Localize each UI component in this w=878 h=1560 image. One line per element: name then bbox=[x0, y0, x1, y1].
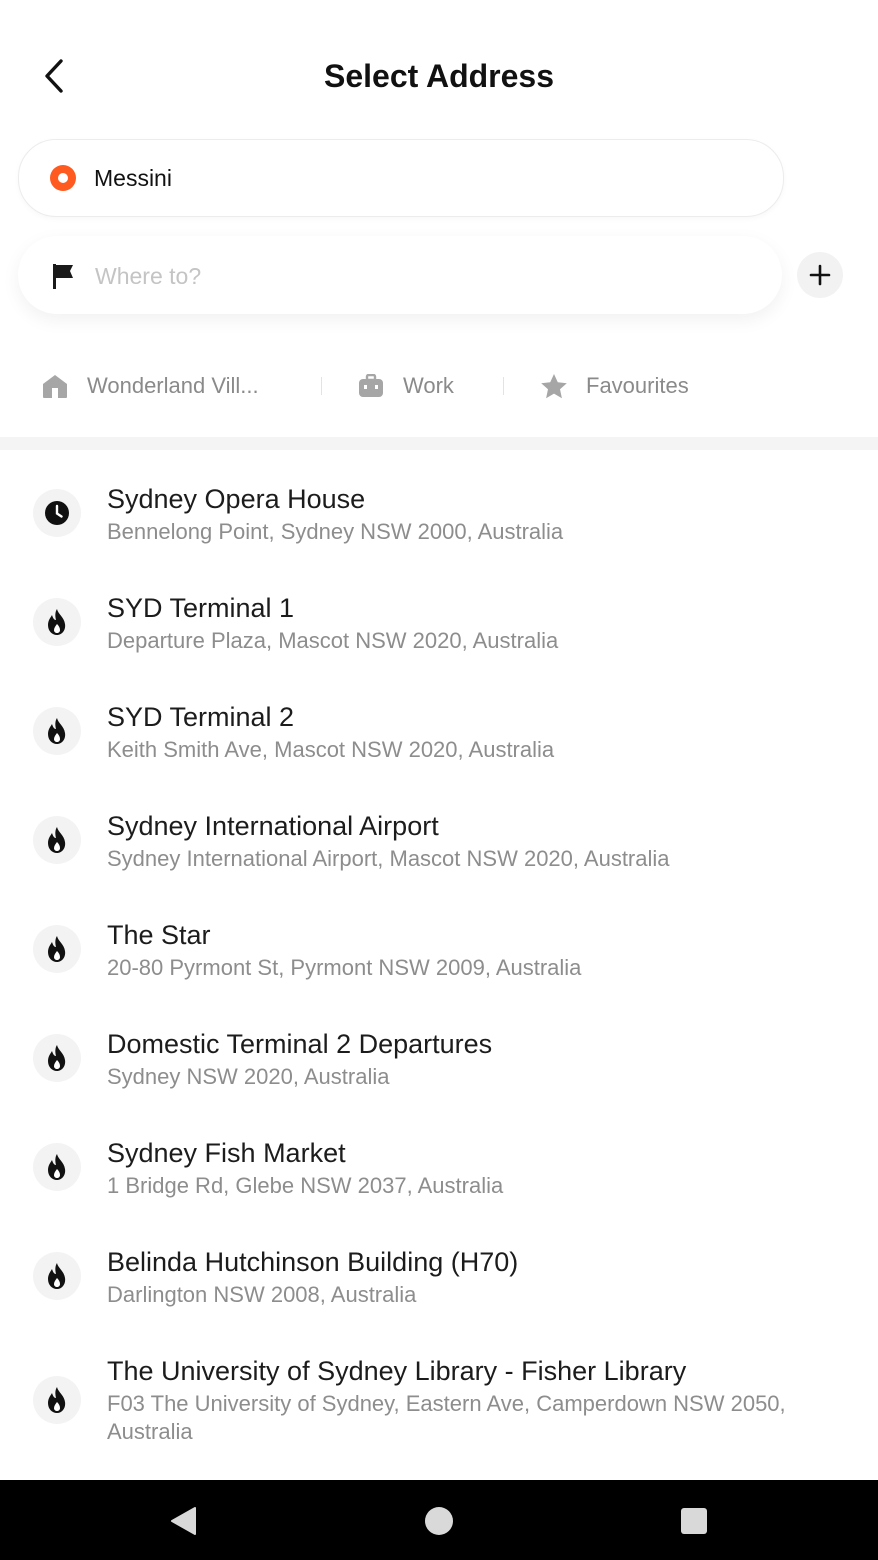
pickup-dot-icon bbox=[50, 165, 76, 191]
nav-back-button[interactable] bbox=[168, 1506, 198, 1536]
shortcut-label: Wonderland Vill... bbox=[87, 373, 259, 398]
clock-icon bbox=[33, 489, 81, 537]
flame-icon bbox=[33, 1034, 81, 1082]
place-name: Domestic Terminal 2 Departures bbox=[107, 1029, 493, 1059]
shortcut-favourites[interactable]: Favourites bbox=[540, 369, 689, 403]
shortcut-label: Work bbox=[403, 373, 454, 398]
add-stop-button[interactable] bbox=[797, 252, 843, 298]
shortcut-work[interactable]: Work bbox=[357, 369, 454, 403]
header: Select Address bbox=[0, 0, 878, 130]
place-name: The University of Sydney Library - Fishe… bbox=[107, 1356, 687, 1386]
system-nav-bar bbox=[0, 1480, 878, 1560]
pickup-value: Messini bbox=[94, 165, 172, 191]
flag-icon bbox=[53, 264, 73, 289]
flame-icon bbox=[33, 707, 81, 755]
nav-home-button[interactable] bbox=[424, 1506, 454, 1536]
section-divider bbox=[0, 437, 878, 450]
briefcase-icon bbox=[357, 372, 385, 400]
place-name: Belinda Hutchinson Building (H70) bbox=[107, 1247, 519, 1277]
place-address: Bennelong Point, Sydney NSW 2000, Austra… bbox=[107, 519, 564, 544]
place-address: Sydney NSW 2020, Australia bbox=[107, 1064, 390, 1089]
page-title: Select Address bbox=[323, 58, 555, 94]
place-address: 20-80 Pyrmont St, Pyrmont NSW 2009, Aust… bbox=[107, 955, 582, 980]
place-name: The Star bbox=[107, 920, 211, 950]
circle-home-icon bbox=[425, 1507, 453, 1535]
saved-places-bar: Wonderland Vill... Work Favourites bbox=[0, 355, 878, 415]
place-address: Sydney International Airport, Mascot NSW… bbox=[107, 846, 670, 871]
place-address: 1 Bridge Rd, Glebe NSW 2037, Australia bbox=[107, 1173, 504, 1198]
place-name: Sydney Opera House bbox=[107, 484, 366, 514]
nav-recents-button[interactable] bbox=[679, 1506, 709, 1536]
place-address: Keith Smith Ave, Mascot NSW 2020, Austra… bbox=[107, 737, 555, 762]
shortcut-label: Favourites bbox=[586, 373, 689, 398]
separator bbox=[503, 377, 504, 395]
place-address: F03 The University of Sydney, Eastern Av… bbox=[107, 1391, 786, 1444]
pickup-field[interactable]: Messini bbox=[18, 139, 784, 217]
shortcut-home[interactable]: Wonderland Vill... bbox=[41, 369, 259, 403]
place-name: Sydney Fish Market bbox=[107, 1138, 346, 1168]
flame-icon bbox=[33, 598, 81, 646]
flame-icon bbox=[33, 925, 81, 973]
star-icon bbox=[540, 372, 568, 400]
place-address: Departure Plaza, Mascot NSW 2020, Austra… bbox=[107, 628, 559, 653]
place-name: SYD Terminal 2 bbox=[107, 702, 295, 732]
flame-icon bbox=[33, 816, 81, 864]
home-icon bbox=[41, 372, 69, 400]
flame-icon bbox=[33, 1376, 81, 1424]
plus-icon bbox=[809, 264, 831, 286]
square-recents-icon bbox=[681, 1508, 707, 1534]
place-name: SYD Terminal 1 bbox=[107, 593, 295, 623]
triangle-back-icon bbox=[171, 1507, 196, 1535]
place-address: Darlington NSW 2008, Australia bbox=[107, 1282, 417, 1307]
destination-input[interactable] bbox=[93, 258, 747, 294]
separator bbox=[321, 377, 322, 395]
destination-field[interactable] bbox=[18, 236, 782, 314]
flame-icon bbox=[33, 1143, 81, 1191]
place-name: Sydney International Airport bbox=[107, 811, 439, 841]
flame-icon bbox=[33, 1252, 81, 1300]
